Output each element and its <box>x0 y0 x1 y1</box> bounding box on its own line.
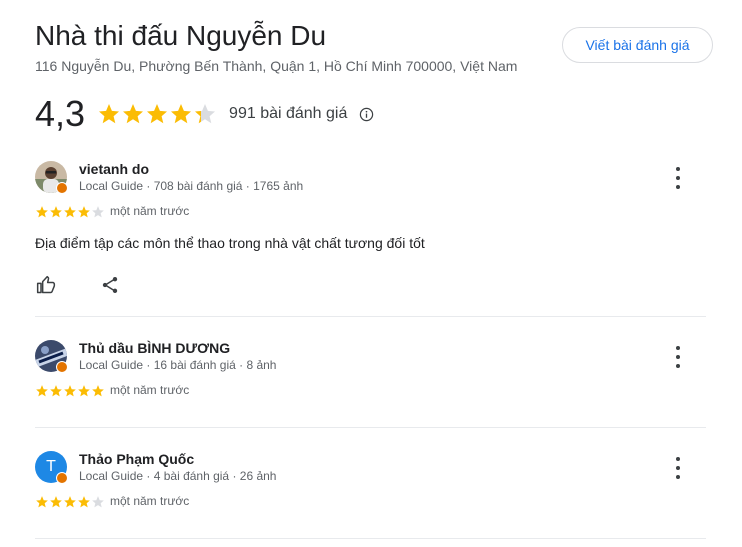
star-icon <box>36 385 48 397</box>
review-stars <box>35 205 105 219</box>
write-review-button[interactable]: Viết bài đánh giá <box>562 27 713 63</box>
reviewer-name[interactable]: vietanh do <box>79 161 149 177</box>
review-text: Địa điểm tập các môn thể thao trong nhà … <box>35 235 425 251</box>
review-time: một năm trước <box>110 494 190 508</box>
star-icon <box>36 496 48 508</box>
star-icon <box>92 385 104 397</box>
review-actions <box>35 274 163 296</box>
star-icon <box>92 206 104 218</box>
star-icon <box>171 104 192 124</box>
star-icon <box>78 496 90 508</box>
star-icon <box>50 385 62 397</box>
avatar-letter: T <box>46 458 56 475</box>
review-card: T Thảo Phạm Quốc Local Guide · 4 bài đán… <box>35 451 706 521</box>
divider <box>35 427 706 428</box>
star-icon <box>64 206 76 218</box>
star-icon <box>50 206 62 218</box>
star-icon <box>78 206 90 218</box>
review-time: một năm trước <box>110 383 190 397</box>
divider <box>35 538 706 539</box>
more-options-icon[interactable] <box>671 167 685 189</box>
star-icon <box>50 496 62 508</box>
reviewer-name[interactable]: Thảo Phạm Quốc <box>79 451 194 467</box>
star-icon <box>99 104 120 124</box>
review-stars <box>35 495 105 509</box>
place-address: 116 Nguyễn Du, Phường Bến Thành, Quận 1,… <box>35 58 518 74</box>
star-icon <box>78 385 90 397</box>
place-title: Nhà thi đấu Nguyễn Du <box>35 20 327 51</box>
review-time: một năm trước <box>110 204 190 218</box>
star-icon <box>92 496 104 508</box>
review-card: vietanh do Local Guide · 708 bài đánh gi… <box>35 161 706 301</box>
divider <box>35 316 706 317</box>
info-icon[interactable] <box>359 107 374 122</box>
star-icon <box>147 104 168 124</box>
star-icon <box>64 496 76 508</box>
local-guide-badge-icon <box>56 472 68 484</box>
review-count-link[interactable]: 991 bài đánh giá <box>229 105 347 123</box>
star-icon <box>64 385 76 397</box>
local-guide-badge-icon <box>56 182 68 194</box>
share-icon[interactable] <box>99 274 121 296</box>
rating-stars <box>97 102 217 126</box>
star-icon <box>195 104 216 124</box>
review-stars <box>35 384 105 398</box>
more-options-icon[interactable] <box>671 346 685 368</box>
rating-value: 4,3 <box>35 93 86 134</box>
rating-summary: 4,3 991 bài đánh giá <box>35 94 374 134</box>
reviewer-meta: Local Guide · 16 bài đánh giá · 8 ảnh <box>79 358 277 372</box>
star-icon <box>36 206 48 218</box>
more-options-icon[interactable] <box>671 457 685 479</box>
reviewer-meta: Local Guide · 708 bài đánh giá · 1765 ản… <box>79 179 304 193</box>
reviewer-meta: Local Guide · 4 bài đánh giá · 26 ảnh <box>79 469 277 483</box>
star-icon <box>123 104 144 124</box>
thumbs-up-icon[interactable] <box>35 274 57 296</box>
reviewer-name[interactable]: Thủ dầu BÌNH DƯƠNG <box>79 340 230 356</box>
local-guide-badge-icon <box>56 361 68 373</box>
review-card: Thủ dầu BÌNH DƯƠNG Local Guide · 16 bài … <box>35 340 706 410</box>
